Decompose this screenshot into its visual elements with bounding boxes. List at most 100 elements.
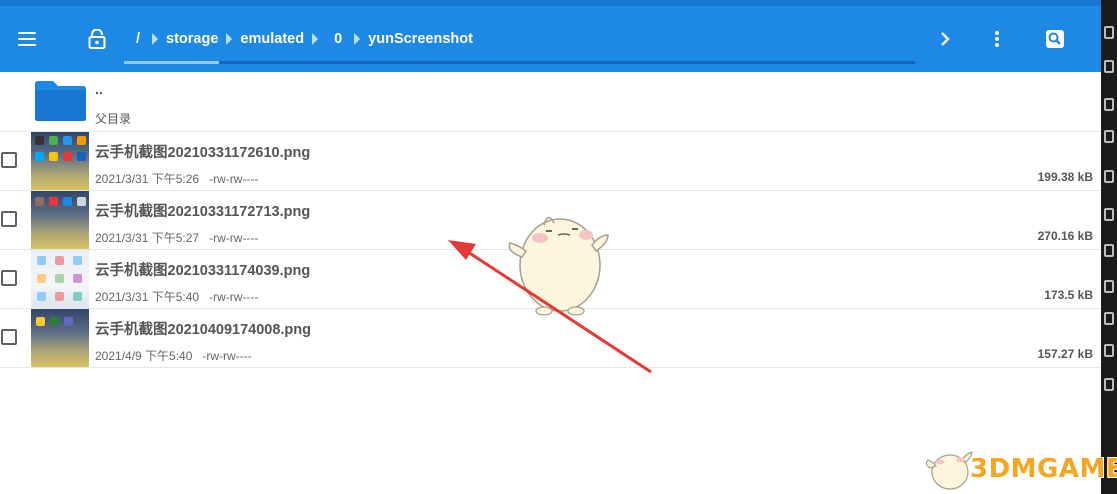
side-toolbar-strip bbox=[1101, 0, 1117, 494]
side-tool-icon[interactable] bbox=[1104, 244, 1114, 257]
side-tool-icon[interactable] bbox=[1104, 26, 1114, 39]
file-permissions: -rw-rw---- bbox=[209, 172, 259, 186]
file-name: 云手机截图20210331172713.png bbox=[95, 204, 311, 220]
file-name: 云手机截图20210331174039.png bbox=[95, 263, 311, 279]
file-permissions: -rw-rw---- bbox=[202, 349, 252, 363]
file-row[interactable]: 云手机截图20210331172713.png 2021/3/31 下午5:27… bbox=[0, 191, 1101, 250]
folder-icon bbox=[35, 81, 86, 121]
search-button[interactable] bbox=[1040, 24, 1070, 54]
file-date: 2021/4/9 下午5:40 bbox=[95, 349, 193, 363]
app-icon bbox=[77, 152, 86, 161]
select-checkbox[interactable] bbox=[1, 152, 17, 168]
menu-button[interactable] bbox=[12, 24, 42, 54]
side-tool-icon[interactable] bbox=[1104, 130, 1114, 143]
file-date: 2021/3/31 下午5:27 bbox=[95, 231, 200, 245]
app-icon bbox=[37, 256, 46, 265]
path-scrollbar[interactable] bbox=[124, 61, 915, 64]
watermark-logo: 3DMGAME bbox=[924, 444, 1117, 492]
file-row[interactable]: 云手机截图20210331172610.png 2021/3/31 下午5:26… bbox=[0, 132, 1101, 191]
watermark-text: 3DMGAME bbox=[970, 454, 1117, 484]
file-meta: 2021/3/31 下午5:27 -rw-rw---- bbox=[95, 229, 258, 246]
path-scrollbar-thumb[interactable] bbox=[124, 61, 219, 64]
app-icon bbox=[63, 136, 72, 145]
app-icon bbox=[63, 152, 72, 161]
search-icon bbox=[1046, 30, 1064, 48]
app-icon bbox=[35, 152, 44, 161]
select-checkbox[interactable] bbox=[1, 329, 17, 345]
file-thumbnail bbox=[31, 309, 89, 367]
file-permissions: -rw-rw---- bbox=[209, 231, 259, 245]
file-name: 云手机截图20210409174008.png bbox=[95, 322, 311, 338]
side-tool-icon[interactable] bbox=[1104, 98, 1114, 111]
app-icon bbox=[49, 136, 58, 145]
watermark-mascot-icon bbox=[925, 451, 973, 490]
file-meta: 2021/3/31 下午5:26 -rw-rw---- bbox=[95, 170, 258, 187]
chevron-right-icon bbox=[941, 32, 950, 46]
breadcrumb-0[interactable]: 0 bbox=[320, 31, 352, 47]
more-options-button[interactable] bbox=[982, 24, 1012, 54]
app-icon bbox=[73, 256, 82, 265]
app-icon bbox=[35, 197, 44, 206]
file-thumbnail bbox=[31, 191, 89, 249]
app-icon bbox=[77, 197, 86, 206]
app-icon bbox=[55, 256, 64, 265]
breadcrumb-yunscreenshot[interactable]: yunScreenshot bbox=[362, 31, 479, 47]
app-icon bbox=[49, 152, 58, 161]
side-tool-icon[interactable] bbox=[1104, 344, 1114, 357]
select-checkbox[interactable] bbox=[1, 211, 17, 227]
side-tool-icon[interactable] bbox=[1104, 208, 1114, 221]
status-strip bbox=[0, 0, 1101, 6]
app-icon bbox=[36, 317, 45, 326]
app-icon bbox=[55, 292, 64, 301]
file-size: 270.16 kB bbox=[1037, 229, 1093, 243]
parent-directory-row[interactable]: .. 父目录 bbox=[0, 72, 1101, 132]
app-icon bbox=[64, 317, 73, 326]
file-date: 2021/3/31 下午5:40 bbox=[95, 290, 200, 304]
app-icon bbox=[49, 197, 58, 206]
file-row[interactable]: 云手机截图20210331174039.png 2021/3/31 下午5:40… bbox=[0, 250, 1101, 309]
lock-button[interactable] bbox=[82, 24, 112, 54]
file-thumbnail bbox=[31, 132, 89, 190]
file-size: 157.27 kB bbox=[1037, 347, 1093, 361]
app-icon bbox=[77, 136, 86, 145]
breadcrumb-separator-icon bbox=[152, 33, 159, 45]
parent-directory-label: 父目录 bbox=[95, 112, 132, 126]
breadcrumb-emulated[interactable]: emulated bbox=[234, 31, 310, 47]
more-vert-icon bbox=[995, 31, 999, 47]
app-icon bbox=[37, 274, 46, 283]
file-meta: 2021/3/31 下午5:40 -rw-rw---- bbox=[95, 288, 258, 305]
menu-icon-line bbox=[18, 44, 36, 46]
breadcrumb-root[interactable]: / bbox=[128, 31, 150, 47]
breadcrumb: / storage emulated 0 yunScreenshot bbox=[128, 26, 479, 52]
forward-button[interactable] bbox=[930, 24, 960, 54]
lock-icon bbox=[88, 29, 106, 49]
side-tool-icon[interactable] bbox=[1104, 312, 1114, 325]
file-list: .. 父目录 云手机截图20210331172610.png 2021/3/31… bbox=[0, 72, 1101, 368]
file-permissions: -rw-rw---- bbox=[209, 290, 259, 304]
breadcrumb-separator-icon bbox=[354, 33, 361, 45]
app-bar: / storage emulated 0 yunScreenshot bbox=[0, 0, 1101, 72]
side-tool-icon[interactable] bbox=[1104, 280, 1114, 293]
file-meta: 2021/4/9 下午5:40 -rw-rw---- bbox=[95, 347, 252, 364]
app-icon bbox=[63, 197, 72, 206]
app-icon bbox=[73, 292, 82, 301]
app-icon bbox=[73, 274, 82, 283]
side-tool-icon[interactable] bbox=[1104, 378, 1114, 391]
select-checkbox[interactable] bbox=[1, 270, 17, 286]
file-name: 云手机截图20210331172610.png bbox=[95, 145, 311, 161]
menu-icon-line bbox=[18, 38, 36, 40]
breadcrumb-separator-icon bbox=[226, 33, 233, 45]
app-icon bbox=[37, 292, 46, 301]
app-icon bbox=[50, 317, 59, 326]
app-icon bbox=[55, 274, 64, 283]
parent-directory-name: .. bbox=[95, 81, 103, 97]
file-date: 2021/3/31 下午5:26 bbox=[95, 172, 200, 186]
file-thumbnail bbox=[31, 250, 89, 308]
app-icon bbox=[35, 136, 44, 145]
breadcrumb-storage[interactable]: storage bbox=[160, 31, 224, 47]
file-row[interactable]: 云手机截图20210409174008.png 2021/4/9 下午5:40-… bbox=[0, 309, 1101, 368]
side-tool-icon[interactable] bbox=[1104, 170, 1114, 183]
side-tool-icon[interactable] bbox=[1104, 60, 1114, 73]
breadcrumb-separator-icon bbox=[312, 33, 319, 45]
menu-icon bbox=[18, 32, 36, 34]
